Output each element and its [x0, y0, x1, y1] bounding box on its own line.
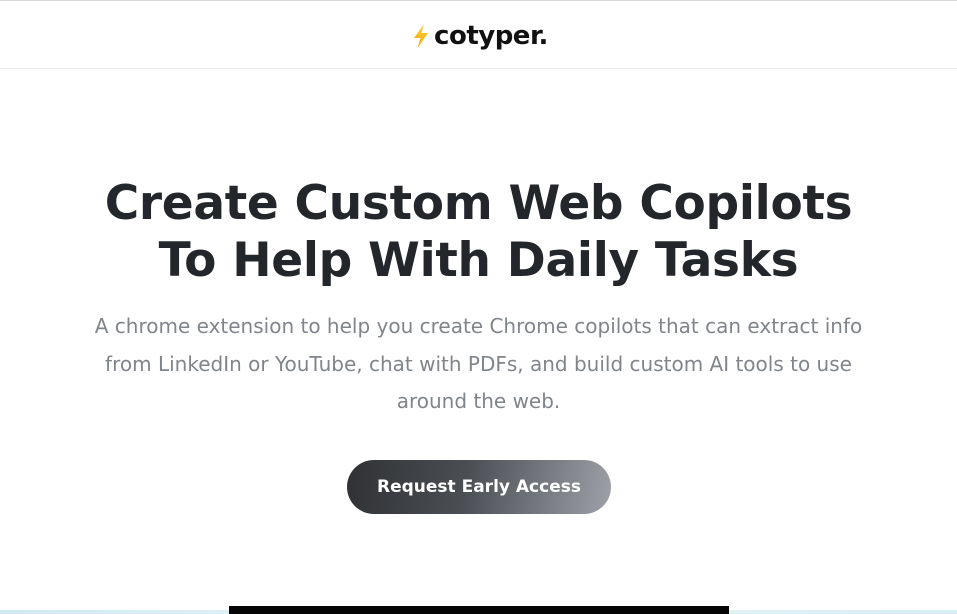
logo-link[interactable]: cotyper. [411, 23, 548, 49]
logo-text: cotyper. [434, 20, 548, 51]
hero-subtitle: A chrome extension to help you create Ch… [94, 314, 863, 413]
hero-headline: Create Custom Web Copilots To Help With … [0, 175, 957, 289]
media-preview-top-edge [229, 606, 729, 614]
headline-line-1: Create Custom Web Copilots [104, 176, 853, 231]
hero-section: Create Custom Web Copilots To Help With … [0, 70, 957, 614]
lightning-bolt-icon [414, 23, 429, 48]
request-early-access-button[interactable]: Request Early Access [347, 460, 611, 514]
site-header: cotyper. [0, 1, 957, 69]
headline-line-2: To Help With Daily Tasks [158, 233, 799, 288]
